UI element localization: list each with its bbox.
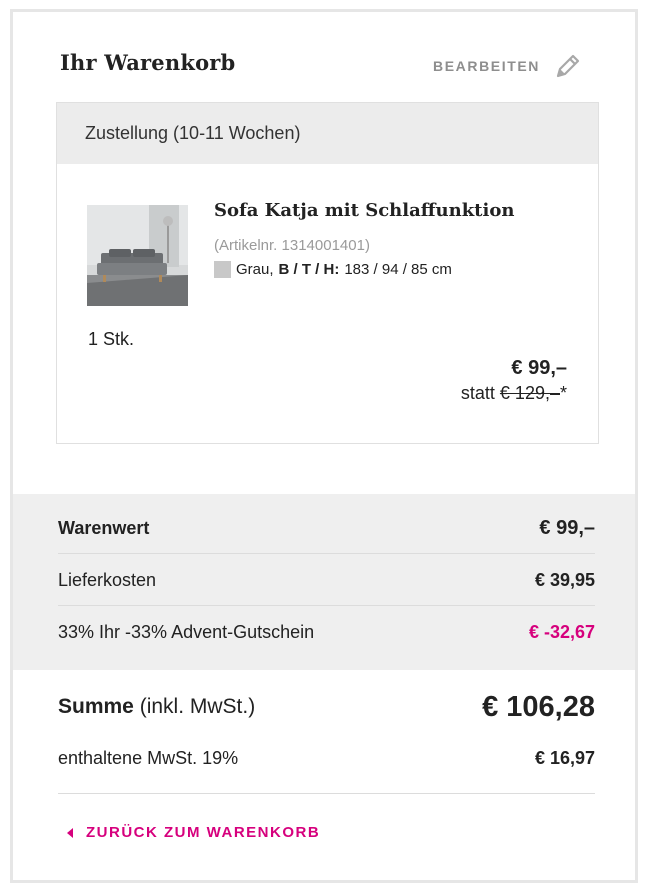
caret-left-icon <box>66 827 74 838</box>
sum-note: (inkl. MwSt.) <box>139 695 256 718</box>
sum-label: Summe <box>58 695 134 718</box>
old-price-prefix: statt <box>460 383 495 403</box>
color-swatch <box>214 261 231 278</box>
vat-label: enthaltene MwSt. 19% <box>58 747 239 768</box>
goods-label: Warenwert <box>58 517 150 538</box>
voucher-value: € -32,67 <box>528 621 595 642</box>
divider <box>58 605 595 606</box>
shipping-value: € 39,95 <box>534 569 595 590</box>
item-price: € 99,– <box>511 357 567 379</box>
voucher-row: 33% Ihr -33% Advent-Gutschein € -32,67 <box>58 620 595 644</box>
quantity: 1 Stk. <box>88 329 135 349</box>
back-to-cart-label: ZURÜCK ZUM WARENKORB <box>86 824 321 841</box>
old-price: statt € 129,–* <box>461 383 567 404</box>
dimensions-label: B / T / H: <box>278 261 340 278</box>
cart-item: Zustellung (10-11 Wochen) Sofa Katja mit… <box>56 102 599 444</box>
edit-label: BEARBEITEN <box>433 58 541 74</box>
cart-panel: Ihr Warenkorb BEARBEITEN Zustellung (10-… <box>10 9 638 883</box>
article-number: (Artikelnr. 1314001401) <box>214 237 370 254</box>
edit-button[interactable]: BEARBEITEN <box>433 52 582 80</box>
shipping-label: Lieferkosten <box>58 569 157 590</box>
divider <box>58 793 595 794</box>
goods-value: € 99,– <box>539 516 595 539</box>
dimensions-value: 183 / 94 / 85 cm <box>344 261 452 278</box>
total-value: € 106,28 <box>482 690 595 723</box>
product-variant: Grau, B / T / H: 183 / 94 / 85 cm <box>214 261 452 278</box>
summary-panel: Warenwert € 99,– Lieferkosten € 39,95 33… <box>13 494 635 670</box>
back-to-cart-link[interactable]: ZURÜCK ZUM WARENKORB <box>66 824 320 841</box>
total-label: Summe (inkl. MwSt.) <box>58 695 255 719</box>
old-price-footnote: * <box>559 383 567 403</box>
total-row: Summe (inkl. MwSt.) € 106,28 <box>58 689 595 725</box>
vat-value: € 16,97 <box>534 747 595 768</box>
color-label: Grau, <box>236 261 274 278</box>
vat-row: enthaltene MwSt. 19% € 16,97 <box>58 746 595 770</box>
divider <box>58 553 595 554</box>
cart-title: Ihr Warenkorb <box>60 50 236 75</box>
product-image[interactable] <box>87 205 188 306</box>
shipping-row: Lieferkosten € 39,95 <box>58 568 595 592</box>
old-price-value: € 129,– <box>499 383 560 403</box>
goods-row: Warenwert € 99,– <box>58 516 595 540</box>
voucher-label: 33% Ihr -33% Advent-Gutschein <box>58 621 315 642</box>
pencil-icon[interactable] <box>554 52 582 80</box>
product-name[interactable]: Sofa Katja mit Schlaffunktion <box>214 200 514 221</box>
delivery-info: Zustellung (10-11 Wochen) <box>57 103 598 164</box>
